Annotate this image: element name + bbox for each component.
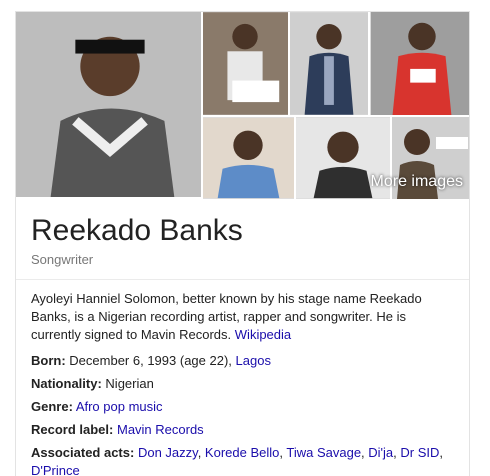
description-text: Ayoleyi Hanniel Solomon, better known by… [31, 291, 422, 342]
photo-thumb-2[interactable] [290, 12, 370, 117]
more-images-link[interactable]: More images [371, 173, 463, 191]
main-photo[interactable] [16, 12, 203, 199]
fact-born-label: Born: [31, 353, 66, 368]
image-gallery: More images [16, 12, 469, 199]
fact-nationality: Nationality: Nigerian [31, 375, 456, 393]
record-label-link[interactable]: Mavin Records [117, 422, 204, 437]
fact-genre: Genre: Afro pop music [31, 398, 456, 416]
photo-thumb-1[interactable] [203, 12, 290, 117]
facts-list: Born: December 6, 1993 (age 22), Lagos N… [31, 352, 456, 476]
act-link-dija[interactable]: Di'ja [368, 445, 393, 460]
panel-body: Reekado Banks Songwriter Ayoleyi Hanniel… [16, 200, 469, 476]
fact-born-value: December 6, 1993 (age 22), [69, 353, 232, 368]
wikipedia-link[interactable]: Wikipedia [235, 327, 291, 342]
act-link-korede-bello[interactable]: Korede Bello [205, 445, 279, 460]
birthplace-link[interactable]: Lagos [236, 353, 271, 368]
entity-title: Reekado Banks [31, 214, 243, 247]
divider [16, 279, 469, 280]
photo-thumb-4[interactable] [203, 117, 296, 199]
act-link-tiwa-savage[interactable]: Tiwa Savage [286, 445, 361, 460]
act-link-dr-sid[interactable]: Dr SID [400, 445, 439, 460]
act-link-don-jazzy[interactable]: Don Jazzy [138, 445, 198, 460]
fact-record-label-label: Record label: [31, 422, 114, 437]
fact-born: Born: December 6, 1993 (age 22), Lagos [31, 352, 456, 370]
fact-record-label: Record label: Mavin Records [31, 421, 456, 439]
fact-nationality-value: Nigerian [105, 376, 154, 391]
photo-thumb-3[interactable] [370, 12, 469, 117]
genre-link[interactable]: Afro pop music [76, 399, 163, 414]
fact-associated-acts-label: Associated acts: [31, 445, 135, 460]
act-link-dprince[interactable]: D'Prince [31, 463, 80, 476]
fact-genre-label: Genre: [31, 399, 73, 414]
knowledge-panel: More images Reekado Banks Songwriter Ayo… [15, 11, 470, 476]
entity-description: Ayoleyi Hanniel Solomon, better known by… [31, 290, 456, 344]
fact-associated-acts: Associated acts: Don Jazzy, Korede Bello… [31, 445, 444, 476]
fact-nationality-label: Nationality: [31, 376, 102, 391]
entity-subtitle: Songwriter [31, 252, 94, 267]
